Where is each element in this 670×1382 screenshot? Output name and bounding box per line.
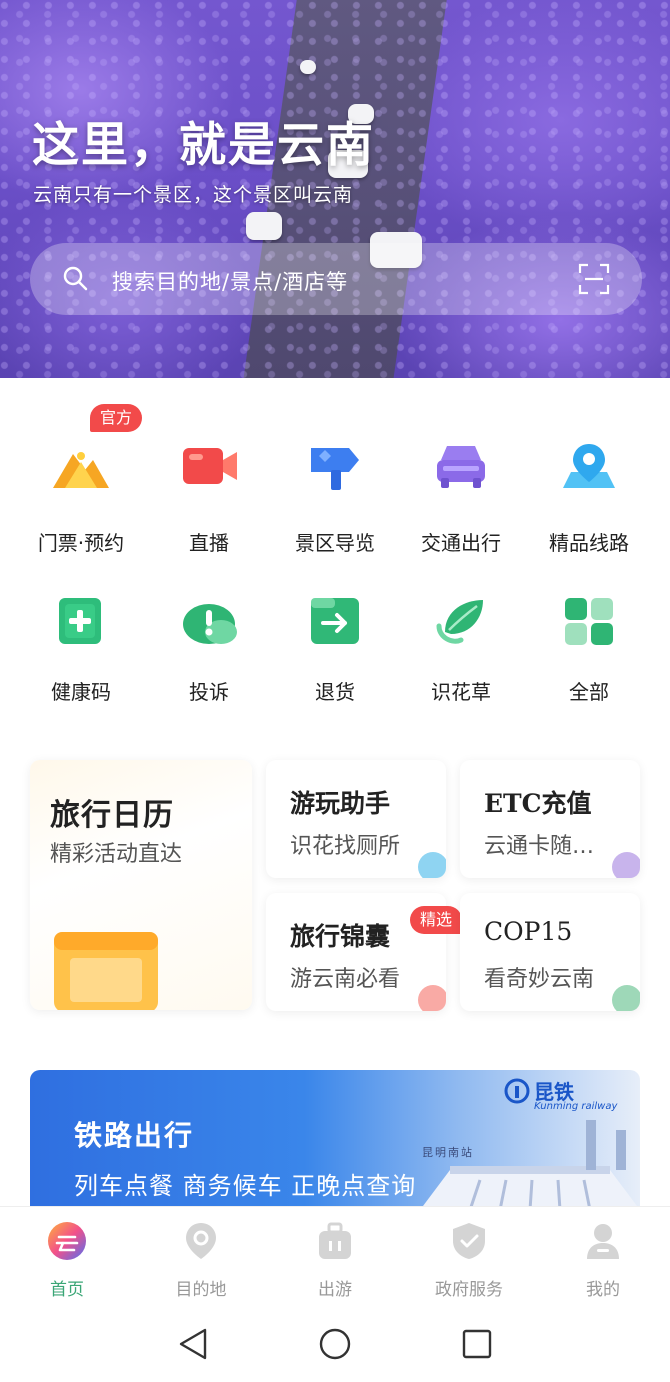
all-grid-icon — [565, 598, 613, 645]
grid-item-transport[interactable] — [398, 440, 524, 496]
location-icon — [186, 1223, 216, 1259]
search-input[interactable]: 搜索目的地/景点/酒店等 — [112, 266, 348, 296]
map-pin-icon — [563, 444, 615, 488]
grid-item-tickets[interactable] — [18, 440, 144, 496]
grid-item-all[interactable] — [526, 596, 652, 652]
luggage-icon — [319, 1222, 351, 1259]
car-icon — [437, 446, 485, 488]
grid-label-routes: 精品线路 — [549, 531, 629, 555]
grid-item-routes[interactable] — [526, 440, 652, 496]
grid-label-live: 直播 — [189, 531, 229, 555]
railway-logo-icon — [504, 1078, 530, 1104]
travel-calendar-card[interactable]: 旅行日历 精彩活动直达 — [30, 760, 252, 1010]
grid-label-complaint: 投诉 — [189, 680, 229, 704]
guide-card-subtitle: 游云南必看 — [290, 967, 401, 992]
etc-card[interactable]: ETC充值 云通卡随… — [460, 760, 640, 878]
tab-home[interactable]: 首页 — [0, 1207, 134, 1303]
hero-car — [246, 212, 282, 240]
mountain-ticket-icon — [53, 452, 109, 488]
search-bar[interactable]: 搜索目的地/景点/酒店等 — [30, 243, 642, 315]
grid-label-return: 退货 — [315, 680, 355, 704]
search-icon[interactable] — [62, 265, 88, 291]
calendar-card-subtitle: 精彩活动直达 — [50, 842, 183, 867]
tab-profile-label: 我的 — [586, 1280, 620, 1300]
hero-banner: 这里，就是云南 云南只有一个景区，这个景区叫云南 搜索目的地/景点/酒店等 — [0, 0, 670, 378]
grid-label-health-code: 健康码 — [51, 680, 111, 704]
tab-travel-label: 出游 — [318, 1280, 352, 1300]
grid-item-complaint[interactable] — [146, 596, 272, 652]
grid-item-live[interactable] — [146, 440, 272, 496]
cop15-card[interactable]: COP15 看奇妙云南 — [460, 893, 640, 1011]
station-illustration — [420, 1120, 640, 1210]
recent-apps-icon[interactable] — [459, 1326, 495, 1362]
grid-item-guide[interactable] — [272, 440, 398, 496]
tab-destination-label: 目的地 — [175, 1280, 227, 1300]
tab-destination[interactable]: 目的地 — [134, 1207, 268, 1303]
return-arrow-icon — [311, 598, 359, 644]
railway-banner-subtitle: 列车点餐 商务候车 正晚点查询 — [74, 1172, 417, 1200]
signpost-icon — [311, 448, 359, 490]
hero-subtitle: 云南只有一个景区，这个景区叫云南 — [33, 184, 354, 206]
calendar-card-title: 旅行日历 — [50, 798, 174, 833]
grid-label-all: 全部 — [569, 680, 609, 704]
alert-cloud-icon — [183, 604, 237, 644]
tab-home-label: 首页 — [50, 1280, 84, 1300]
guide-card-title: 旅行锦囊 — [290, 922, 391, 951]
cop15-card-subtitle: 看奇妙云南 — [484, 967, 595, 992]
tab-government[interactable]: 政府服务 — [402, 1207, 536, 1303]
official-badge: 官方 — [90, 404, 142, 432]
grid-label-transport: 交通出行 — [421, 531, 501, 555]
home-button-icon[interactable] — [317, 1326, 353, 1362]
tab-government-label: 政府服务 — [435, 1280, 503, 1300]
tab-profile[interactable]: 我的 — [536, 1207, 670, 1303]
grid-item-return[interactable] — [272, 596, 398, 652]
etc-card-title: ETC充值 — [484, 789, 592, 818]
etc-card-subtitle: 云通卡随… — [484, 834, 595, 859]
grid-label-tickets: 门票·预约 — [37, 531, 125, 555]
grid-label-guide: 景区导览 — [295, 531, 375, 555]
assistant-card-title: 游玩助手 — [290, 789, 391, 818]
hero-car — [300, 60, 316, 74]
featured-badge: 精选 — [410, 906, 462, 934]
tab-travel[interactable]: 出游 — [268, 1207, 402, 1303]
shield-check-icon — [453, 1223, 485, 1259]
health-plus-icon — [59, 598, 101, 644]
scan-icon[interactable] — [578, 263, 610, 295]
system-navigation-bar — [0, 1302, 670, 1382]
railway-banner-title: 铁路出行 — [74, 1119, 195, 1152]
home-cloud-icon — [48, 1222, 86, 1260]
assistant-card[interactable]: 游玩助手 识花找厕所 — [266, 760, 446, 878]
leaf-icon — [436, 600, 483, 644]
user-icon — [587, 1224, 619, 1259]
grid-item-health-code[interactable] — [18, 596, 144, 652]
station-name: 昆明南站 — [422, 1146, 474, 1159]
video-camera-icon — [183, 448, 237, 484]
back-icon[interactable] — [175, 1326, 211, 1362]
railway-banner[interactable]: 铁路出行 列车点餐 商务候车 正晚点查询 昆铁 Kunming railway … — [30, 1070, 640, 1210]
bottom-tab-bar: 首页 目的地 出游 政府服务 我的 — [0, 1206, 670, 1302]
cop15-card-title: COP15 — [484, 917, 573, 946]
hero-title: 这里，就是云南 — [32, 118, 375, 173]
calendar-icon — [54, 932, 158, 1010]
grid-label-plant-id: 识花草 — [431, 680, 491, 704]
grid-item-plant-id[interactable] — [398, 596, 524, 652]
assistant-card-subtitle: 识花找厕所 — [290, 834, 401, 859]
